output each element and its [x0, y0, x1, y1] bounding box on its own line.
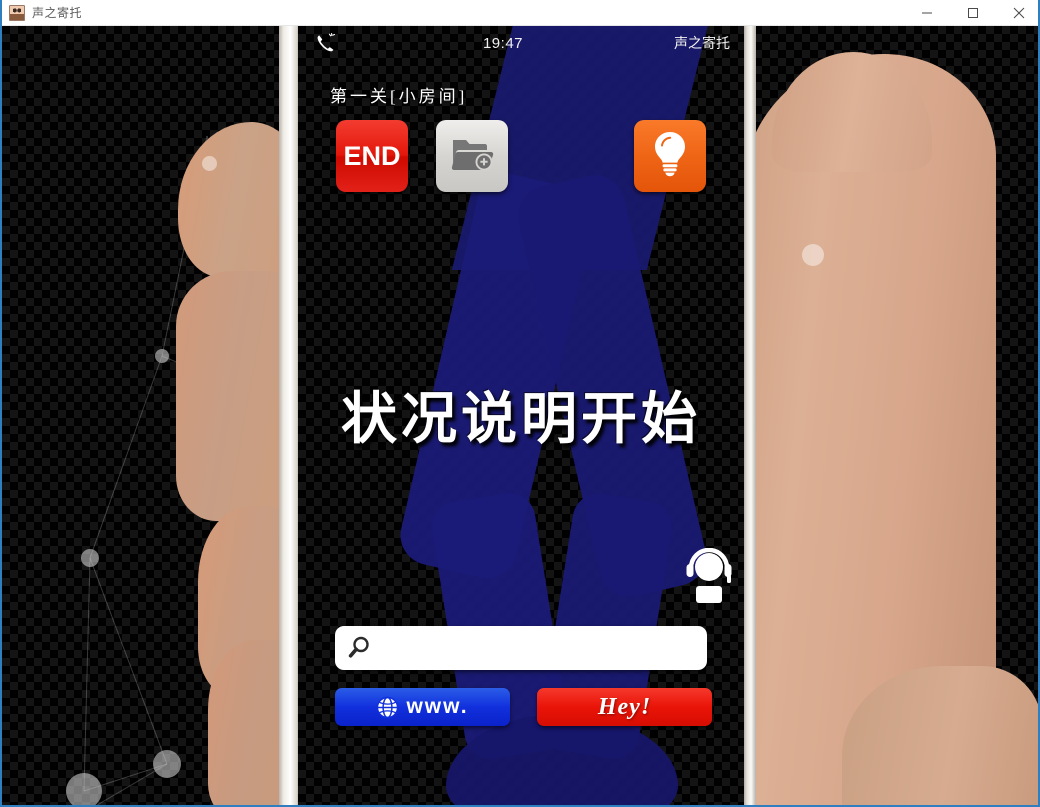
status-time: 19:47: [482, 34, 524, 52]
lightbulb-icon: [649, 130, 691, 183]
folder-add-button[interactable]: [436, 120, 508, 192]
particle-dot: [202, 156, 217, 171]
hint-button[interactable]: [634, 120, 706, 192]
status-carrier-label: 声之寄托: [674, 35, 730, 51]
www-button[interactable]: www.: [335, 688, 510, 726]
phone-screen: 19:47 声之寄托 第一关[小房间] END 状况说明开始 www. Hey!: [298, 26, 744, 805]
maximize-icon[interactable]: [950, 0, 996, 25]
level-title: 第一关[小房间]: [330, 87, 468, 106]
search-icon: [347, 635, 373, 661]
end-button[interactable]: END: [336, 120, 408, 192]
headset-person-icon[interactable]: [683, 547, 735, 604]
title-bar: 声之寄托: [2, 0, 1038, 26]
headline-text: 状况说明开始: [341, 389, 701, 451]
www-button-label: www.: [406, 695, 469, 718]
phone-device: 19:47 声之寄托 第一关[小房间] END 状况说明开始 www. Hey!: [279, 26, 756, 805]
phone-action-bar: www. Hey!: [298, 688, 744, 732]
app-avatar-icon: [9, 4, 25, 21]
globe-icon: [376, 696, 399, 719]
phone-right-bezel: [742, 26, 756, 805]
end-button-label: END: [343, 140, 401, 171]
particle-dot: [802, 244, 824, 266]
window-title: 声之寄托: [32, 6, 83, 20]
hey-button[interactable]: Hey!: [537, 688, 712, 726]
phone-call-icon: [298, 32, 394, 54]
phone-left-bezel: [279, 26, 300, 805]
folder-add-icon: [450, 134, 494, 179]
close-icon[interactable]: [996, 0, 1038, 25]
application-window: 声之寄托 19:47 声之寄托 第一关[小房间] END 状况说明开始 www.…: [0, 0, 1040, 807]
phone-status-bar: 19:47 声之寄托: [298, 26, 744, 60]
search-box[interactable]: [335, 626, 707, 670]
hey-button-label: Hey!: [597, 693, 652, 720]
phone-toolbar: END: [298, 120, 744, 196]
search-input[interactable]: [381, 632, 707, 664]
minimize-icon[interactable]: [904, 0, 950, 25]
game-stage: 19:47 声之寄托 第一关[小房间] END 状况说明开始 www. Hey!: [2, 26, 1038, 805]
